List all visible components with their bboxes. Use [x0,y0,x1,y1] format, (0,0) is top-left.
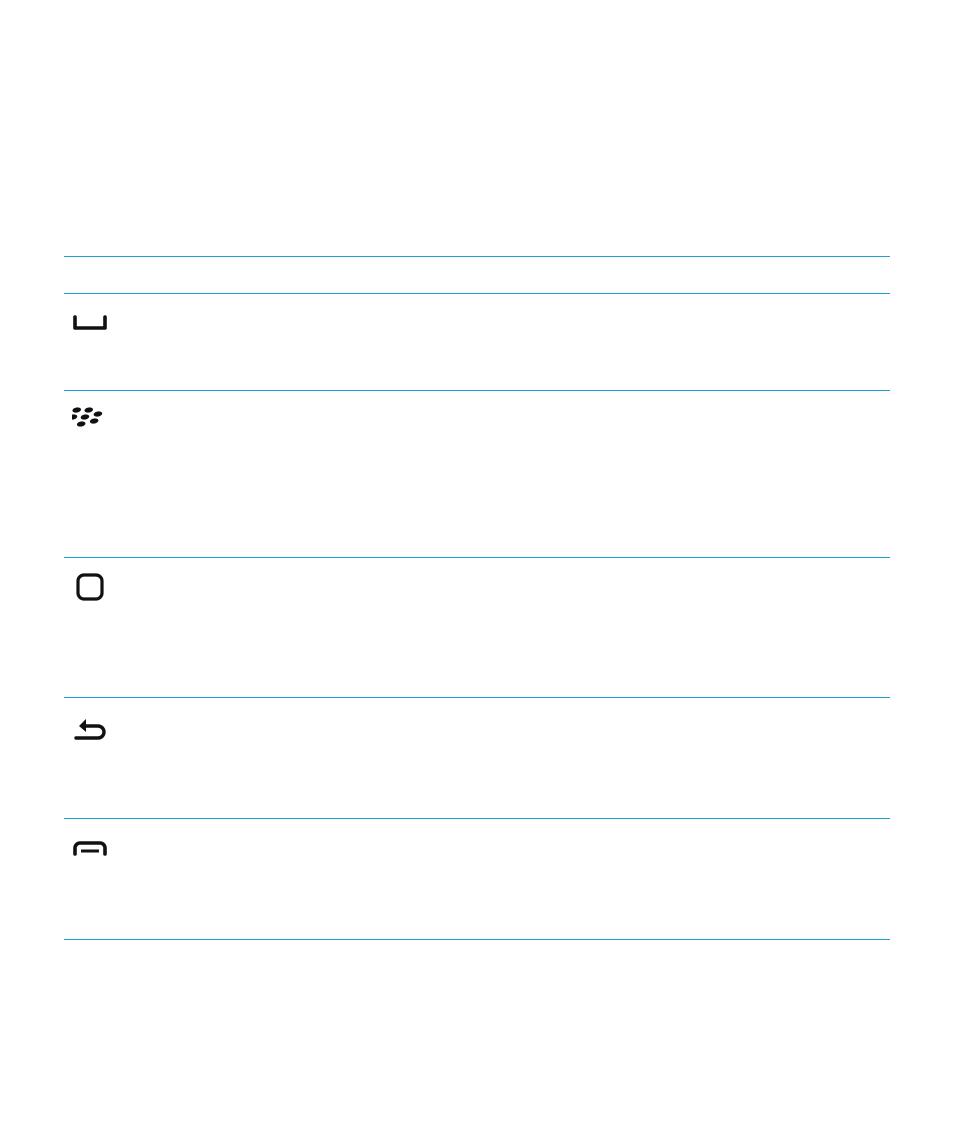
send-key-icon [72,304,108,340]
escape-back-key-icon [72,710,108,746]
table-top-rule [64,256,890,257]
table-row [64,698,890,818]
table-row [64,819,890,939]
blackberry-menu-key-icon [72,403,108,439]
trackpad-key-icon [72,570,108,606]
table-row [64,294,890,390]
table-row [64,558,890,697]
table-bottom-rule [64,939,890,940]
end-power-key-icon [72,838,108,874]
table-row [64,391,890,557]
